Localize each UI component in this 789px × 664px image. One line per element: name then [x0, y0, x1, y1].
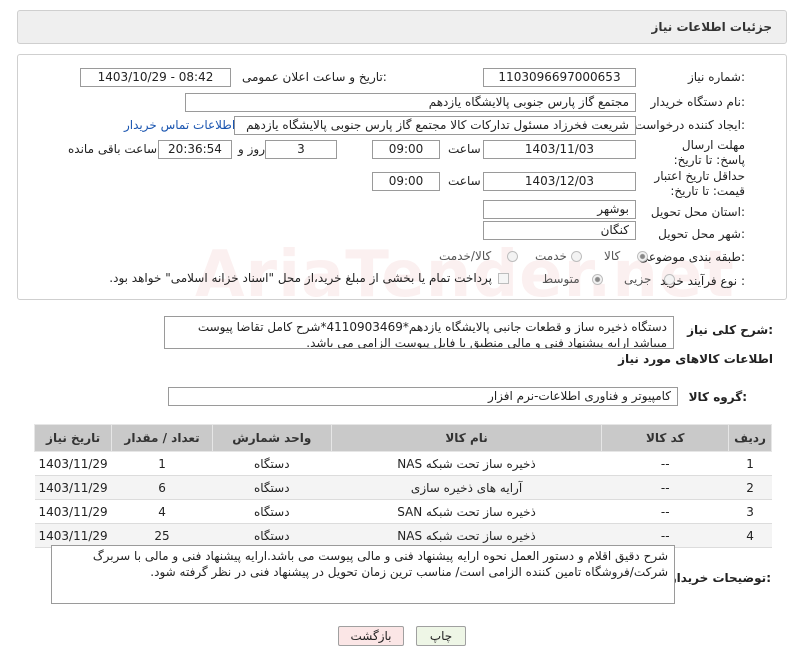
send-deadline-time-label: ساعت: [448, 142, 481, 156]
page-title: جزئیات اطلاعات نیاز: [651, 20, 772, 34]
announce-date-field: 1403/10/29 - 08:42: [80, 68, 231, 87]
price-validity-time-field: 09:00: [372, 172, 440, 191]
process-minor-label: جزیی: [624, 272, 652, 286]
province-field: بوشهر: [483, 200, 636, 219]
days-remaining-field: 3: [265, 140, 337, 159]
day-and-label: روز و: [238, 142, 265, 156]
cell-code: --: [601, 451, 729, 476]
col-code: کد کالا: [601, 424, 730, 452]
need-number-label: شماره نیاز:: [687, 70, 745, 84]
category-goods-label: کالا: [604, 249, 621, 263]
cell-code: --: [601, 499, 729, 524]
goods-table: ردیف کد کالا نام کالا واحد شمارش تعداد /…: [33, 424, 772, 548]
cell-name: آرایه های ذخیره سازی: [331, 475, 602, 500]
category-goods-radio[interactable]: [637, 251, 648, 262]
treasury-payment-checkbox[interactable]: [498, 273, 509, 284]
buyer-org-field: مجتمع گاز پارس جنوبی پالایشگاه یازدهم: [185, 93, 636, 112]
cell-row: 1: [728, 451, 772, 476]
col-name: نام کالا: [330, 424, 603, 452]
cell-name: ذخیره ساز تحت شبکه SAN: [331, 499, 602, 524]
creator-field: شریعت فخرزاد مسئول تدارکات کالا مجتمع گا…: [234, 116, 636, 135]
buyer-notes-textarea: شرح دقیق اقلام و دستور العمل نحوه ارایه …: [51, 545, 675, 604]
col-date: تاریخ نیاز: [33, 424, 113, 452]
goods-group-field: کامپیوتر و فناوری اطلاعات-نرم افزار: [168, 387, 678, 406]
table-row: 4 -- ذخیره ساز تحت شبکه NAS دستگاه 25 14…: [34, 523, 772, 548]
process-minor-radio[interactable]: [664, 274, 675, 285]
announce-date-label: تاریخ و ساعت اعلان عمومی:: [242, 70, 387, 84]
goods-group-label: گروه کالا:: [688, 390, 747, 404]
goods-section-title: اطلاعات کالاهای مورد نیاز: [618, 352, 773, 366]
cell-date: 1403/11/29: [34, 475, 112, 500]
cell-qty: 1: [111, 451, 213, 476]
col-unit: واحد شمارش: [211, 424, 332, 452]
price-validity-label: حداقل تاریخ اعتبار قیمت: تا تاریخ:: [654, 169, 745, 198]
col-row: ردیف: [728, 424, 772, 452]
send-deadline-date-field: 1403/11/03: [483, 140, 636, 159]
city-label: شهر محل تحویل:: [658, 227, 745, 241]
buyer-contact-link[interactable]: اطلاعات تماس خریدار: [124, 118, 235, 132]
treasury-payment-note: پرداخت تمام یا بخشی از مبلغ خرید،از محل …: [109, 271, 492, 285]
buyer-notes-label: توضیحات خریدار:: [669, 571, 771, 585]
table-row: 3 -- ذخیره ساز تحت شبکه SAN دستگاه 4 140…: [34, 499, 772, 524]
cell-row: 4: [728, 523, 772, 548]
cell-date: 1403/11/29: [34, 499, 112, 524]
price-validity-time-label: ساعت: [448, 174, 481, 188]
description-textarea: دستگاه ذخیره ساز و قطعات جانبی پالایشگاه…: [164, 316, 674, 349]
category-label: طبقه بندی موضوعی:: [638, 250, 745, 264]
category-service-label: خدمت: [535, 249, 567, 263]
remaining-time-label: ساعت باقی مانده: [68, 142, 158, 156]
table-row: 2 -- آرایه های ذخیره سازی دستگاه 6 1403/…: [34, 475, 772, 500]
description-label: شرح کلی نیاز:: [687, 323, 773, 337]
cell-date: 1403/11/29: [34, 523, 112, 548]
cell-row: 3: [728, 499, 772, 524]
send-deadline-label: مهلت ارسال پاسخ: تا تاریخ:: [673, 138, 745, 167]
cell-code: --: [601, 523, 729, 548]
cell-row: 2: [728, 475, 772, 500]
category-goods-service-label: کالا/خدمت: [439, 249, 492, 263]
need-number-field: 1103096697000653: [483, 68, 636, 87]
city-field: کنگان: [483, 221, 636, 240]
cell-date: 1403/11/29: [34, 451, 112, 476]
send-deadline-time-field: 09:00: [372, 140, 440, 159]
cell-name: ذخیره ساز تحت شبکه NAS: [331, 451, 602, 476]
cell-qty: 25: [111, 523, 213, 548]
goods-table-header: ردیف کد کالا نام کالا واحد شمارش تعداد /…: [33, 424, 772, 452]
process-medium-radio[interactable]: [592, 274, 603, 285]
cell-qty: 4: [111, 499, 213, 524]
cell-unit: دستگاه: [212, 499, 332, 524]
cell-unit: دستگاه: [212, 451, 332, 476]
remaining-time-field: 20:36:54: [158, 140, 232, 159]
cell-unit: دستگاه: [212, 475, 332, 500]
process-medium-label: متوسط: [542, 272, 580, 286]
table-row: 1 -- ذخیره ساز تحت شبکه NAS دستگاه 1 140…: [34, 451, 772, 476]
buyer-org-label: نام دستگاه خریدار:: [650, 95, 746, 109]
back-button[interactable]: بازگشت: [338, 626, 404, 646]
col-qty: تعداد / مقدار: [111, 424, 213, 452]
print-button[interactable]: چاپ: [416, 626, 466, 646]
cell-code: --: [601, 475, 729, 500]
category-goods-service-radio[interactable]: [507, 251, 518, 262]
province-label: استان محل تحویل:: [650, 205, 745, 219]
cell-name: ذخیره ساز تحت شبکه NAS: [331, 523, 602, 548]
category-service-radio[interactable]: [571, 251, 582, 262]
page-header: جزئیات اطلاعات نیاز: [17, 10, 787, 44]
price-validity-date-field: 1403/12/03: [483, 172, 636, 191]
cell-unit: دستگاه: [212, 523, 332, 548]
cell-qty: 6: [111, 475, 213, 500]
creator-label: ایجاد کننده درخواست:: [634, 118, 745, 132]
